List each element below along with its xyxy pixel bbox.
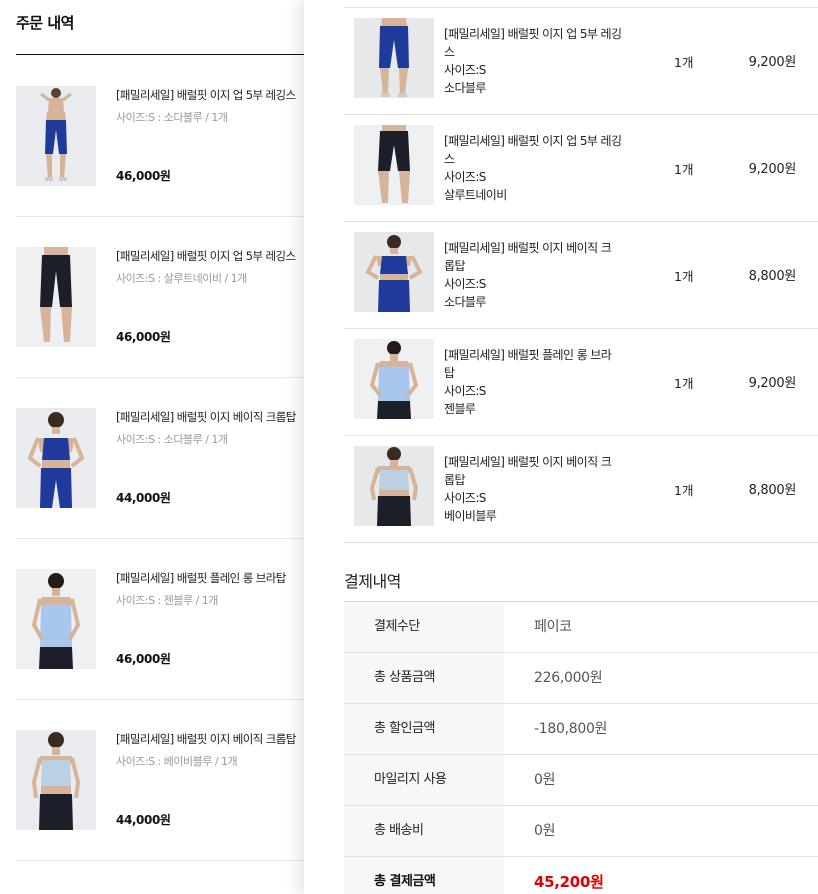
payment-label: 총 배송비	[344, 806, 504, 856]
detail-product-qty: 1개	[674, 269, 694, 284]
detail-product-name-cont: 롭탑	[444, 473, 465, 487]
detail-product-row: [패밀리세일] 배럴핏 이지 업 5부 레깅 스 사이즈:S 살루트네이비 1개…	[344, 115, 818, 222]
detail-product-name-cont: 스	[444, 45, 455, 59]
detail-product-size: 사이즈:S	[444, 170, 486, 184]
detail-product-row: [패밀리세일] 배럴핏 이지 업 5부 레깅 스 사이즈:S 소다블루 1개 9…	[344, 8, 818, 115]
order-item[interactable]: [패밀리세일] 배럴핏 이지 베이직 크롭탑 사이즈:S : 소다블루 / 1개…	[16, 378, 304, 539]
detail-product-qty: 1개	[674, 162, 694, 177]
detail-product-name: [패밀리세일] 배럴핏 이지 업 5부 레깅	[444, 134, 622, 148]
detail-product-color: 베이비블루	[444, 509, 497, 523]
payment-total-value: 45,200원	[534, 873, 604, 891]
order-item-option: 사이즈:S : 젠블루 / 1개	[116, 594, 218, 607]
order-detail-drawer: [패밀리세일] 배럴핏 이지 업 5부 레깅 스 사이즈:S 소다블루 1개 9…	[304, 0, 818, 894]
detail-product-qty: 1개	[674, 483, 694, 498]
detail-product-color: 살루트네이비	[444, 188, 507, 202]
detail-product-color: 소다블루	[444, 295, 486, 309]
order-item-option: 사이즈:S : 소다블루 / 1개	[116, 433, 228, 446]
order-item[interactable]: [패밀리세일] 배럴핏 이지 베이직 크롭탑 사이즈:S : 베이비블루 / 1…	[16, 700, 304, 861]
product-photo-soda-blue-leggings[interactable]	[16, 86, 96, 186]
payment-row-method: 결제수단 페이코	[344, 602, 818, 653]
detail-product-price: 9,200원	[748, 162, 797, 177]
detail-product-color: 소다블루	[444, 81, 486, 95]
detail-product-name: [패밀리세일] 배럴핏 이지 베이직 크	[444, 241, 612, 255]
detail-product-name-cont: 롭탑	[444, 259, 465, 273]
detail-product-name: [패밀리세일] 배럴핏 이지 업 5부 레깅	[444, 27, 622, 41]
product-photo-soda-blue-croptop[interactable]	[16, 408, 96, 508]
product-photo-baby-blue-croptop[interactable]	[16, 730, 96, 830]
payment-row-mileage: 마일리지 사용 0원	[344, 755, 818, 806]
payment-value: -180,800원	[534, 721, 608, 737]
detail-product-row: [패밀리세일] 배럴핏 플레인 롱 브라 탑 사이즈:S 젠블루 1개 9,20…	[344, 329, 818, 436]
payment-label: 총 결제금액	[344, 857, 504, 894]
payment-label: 마일리지 사용	[344, 755, 504, 805]
payment-label: 총 상품금액	[344, 653, 504, 703]
order-item[interactable]: [패밀리세일] 배럴핏 이지 업 5부 레깅스 사이즈:S : 소다블루 / 1…	[16, 56, 304, 217]
payment-row-shipping: 총 배송비 0원	[344, 806, 818, 857]
product-photo-navy-leggings	[354, 125, 434, 205]
payment-value: 226,000원	[534, 670, 603, 686]
payment-section-title: 결제내역	[344, 572, 401, 591]
detail-product-info: [패밀리세일] 배럴핏 이지 업 5부 레깅 스 사이즈:S 살루트네이비	[444, 132, 634, 204]
detail-product-color: 젠블루	[444, 402, 476, 416]
product-photo-zen-blue-bratop	[354, 339, 434, 419]
title-divider	[16, 54, 304, 55]
order-item-name[interactable]: [패밀리세일] 배럴핏 이지 베이직 크롭탑	[116, 409, 296, 425]
order-item-option: 사이즈:S : 베이비블루 / 1개	[116, 755, 238, 768]
payment-table: 결제수단 페이코 총 상품금액 226,000원 총 할인금액 -180,800…	[344, 601, 818, 894]
detail-product-name: [패밀리세일] 배럴핏 이지 베이직 크	[444, 455, 612, 469]
payment-value: 0원	[534, 772, 556, 788]
payment-label: 총 할인금액	[344, 704, 504, 754]
detail-product-name-cont: 탑	[444, 366, 455, 380]
detail-product-price: 9,200원	[748, 376, 797, 391]
order-item-name[interactable]: [패밀리세일] 배럴핏 이지 베이직 크롭탑	[116, 731, 296, 747]
product-photo-soda-blue-leggings	[354, 18, 434, 98]
payment-value: 0원	[534, 823, 556, 839]
order-item-name[interactable]: [패밀리세일] 배럴핏 이지 업 5부 레깅스	[116, 87, 296, 103]
detail-product-size: 사이즈:S	[444, 63, 486, 77]
detail-product-row: [패밀리세일] 배럴핏 이지 베이직 크 롭탑 사이즈:S 베이비블루 1개 8…	[344, 436, 818, 543]
product-photo-baby-blue-croptop	[354, 446, 434, 526]
detail-product-name-cont: 스	[444, 152, 455, 166]
order-item-price: 44,000원	[116, 491, 171, 505]
order-item[interactable]: [패밀리세일] 배럴핏 이지 업 5부 레깅스 사이즈:S : 살루트네이비 /…	[16, 217, 304, 378]
order-item-price: 44,000원	[116, 813, 171, 827]
detail-product-info: [패밀리세일] 배럴핏 이지 베이직 크 롭탑 사이즈:S 소다블루	[444, 239, 634, 311]
order-item-name[interactable]: [패밀리세일] 배럴핏 이지 업 5부 레깅스	[116, 248, 296, 264]
order-item-option: 사이즈:S : 소다블루 / 1개	[116, 111, 228, 124]
detail-product-name: [패밀리세일] 배럴핏 플레인 롱 브라	[444, 348, 612, 362]
order-item-option: 사이즈:S : 살루트네이비 / 1개	[116, 272, 247, 285]
order-item[interactable]: [패밀리세일] 배럴핏 플레인 롱 브라탑 사이즈:S : 젠블루 / 1개 4…	[16, 539, 304, 700]
order-item-price: 46,000원	[116, 652, 171, 666]
order-list-title: 주문 내역	[16, 14, 74, 32]
order-list-panel: 주문 내역 [패밀리세일] 배럴핏 이지 업 5부 레깅스 사이즈:S : 소다…	[0, 0, 304, 894]
product-photo-navy-leggings[interactable]	[16, 247, 96, 347]
detail-product-qty: 1개	[674, 55, 694, 70]
order-item-price: 46,000원	[116, 169, 171, 183]
product-photo-zen-blue-bratop[interactable]	[16, 569, 96, 669]
payment-label: 결제수단	[344, 602, 504, 652]
payment-value: 페이코	[534, 619, 572, 635]
detail-product-info: [패밀리세일] 배럴핏 이지 업 5부 레깅 스 사이즈:S 소다블루	[444, 25, 634, 97]
payment-row-subtotal: 총 상품금액 226,000원	[344, 653, 818, 704]
detail-product-price: 8,800원	[748, 483, 797, 498]
detail-product-size: 사이즈:S	[444, 491, 486, 505]
detail-product-info: [패밀리세일] 배럴핏 이지 베이직 크 롭탑 사이즈:S 베이비블루	[444, 453, 634, 525]
detail-product-size: 사이즈:S	[444, 384, 486, 398]
payment-row-discount: 총 할인금액 -180,800원	[344, 704, 818, 755]
detail-product-price: 9,200원	[748, 55, 797, 70]
product-photo-soda-blue-croptop	[354, 232, 434, 312]
order-item-price: 46,000원	[116, 330, 171, 344]
detail-product-row: [패밀리세일] 배럴핏 이지 베이직 크 롭탑 사이즈:S 소다블루 1개 8,…	[344, 222, 818, 329]
detail-product-size: 사이즈:S	[444, 277, 486, 291]
order-item-name[interactable]: [패밀리세일] 배럴핏 플레인 롱 브라탑	[116, 570, 286, 586]
detail-product-price: 8,800원	[748, 269, 797, 284]
detail-product-qty: 1개	[674, 376, 694, 391]
detail-product-info: [패밀리세일] 배럴핏 플레인 롱 브라 탑 사이즈:S 젠블루	[444, 346, 634, 418]
payment-row-total: 총 결제금액 45,200원	[344, 857, 818, 894]
